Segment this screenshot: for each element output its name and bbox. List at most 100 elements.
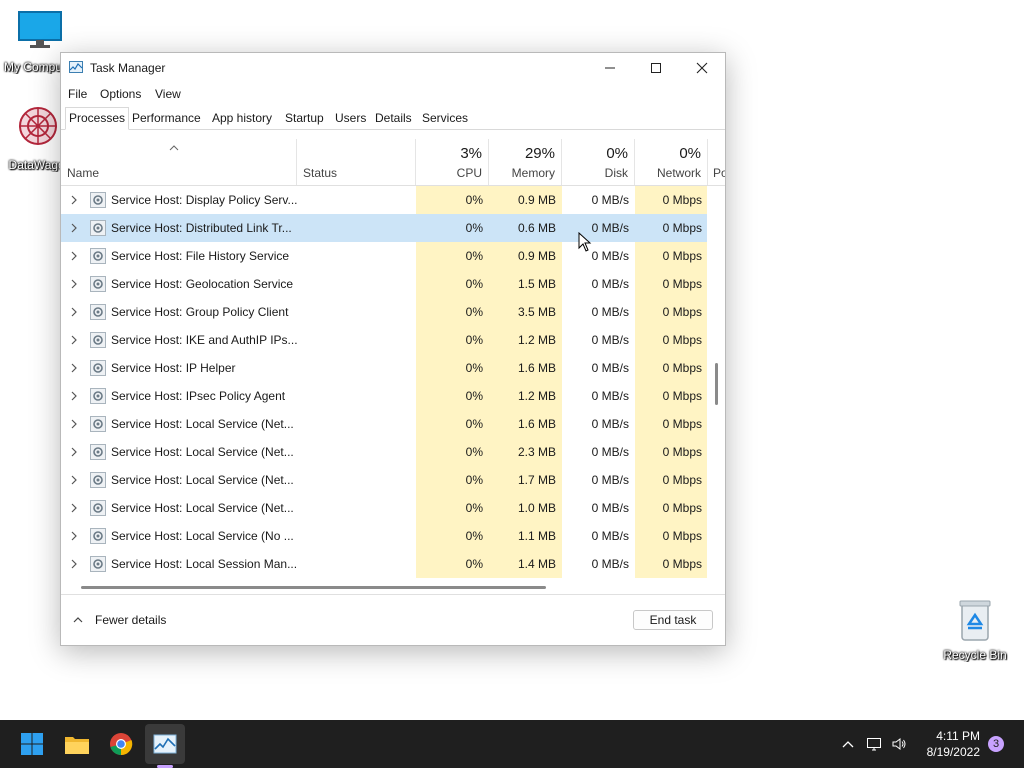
chevron-right-icon[interactable] xyxy=(69,559,79,569)
file-explorer-button[interactable] xyxy=(57,724,97,764)
close-icon xyxy=(696,62,708,74)
minimize-button[interactable] xyxy=(587,53,633,83)
chrome-button[interactable] xyxy=(101,724,141,764)
process-name: Service Host: IP Helper xyxy=(111,361,236,375)
process-list: Service Host: Display Policy Serv... 0% 0.… xyxy=(61,186,707,580)
horizontal-scrollbar[interactable] xyxy=(81,586,546,589)
tab-strip: Processes Performance App history Startu… xyxy=(61,105,725,130)
close-button[interactable] xyxy=(679,53,725,83)
column-power[interactable]: Po xyxy=(708,139,725,185)
process-cpu: 0% xyxy=(416,242,489,270)
window-title: Task Manager xyxy=(90,61,166,75)
column-cpu[interactable]: 3% CPU xyxy=(416,139,489,185)
table-row[interactable]: Service Host: Distributed Link Tr... 0% 0.… xyxy=(61,214,707,242)
menu-view[interactable]: View xyxy=(155,87,181,101)
table-row[interactable]: Service Host: IP Helper 0% 1.6 MB 0 MB/s 0 M… xyxy=(61,354,707,382)
chevron-right-icon[interactable] xyxy=(69,391,79,401)
chevron-right-icon[interactable] xyxy=(69,307,79,317)
process-network: 0 Mbps xyxy=(635,522,707,550)
chevron-right-icon[interactable] xyxy=(69,335,79,345)
process-name: Service Host: Local Service (Net... xyxy=(111,501,294,515)
process-disk: 0 MB/s xyxy=(591,305,629,319)
gear-icon xyxy=(90,248,106,264)
maximize-button[interactable] xyxy=(633,53,679,83)
process-name: Service Host: Local Service (Net... xyxy=(111,445,294,459)
column-network[interactable]: 0% Network xyxy=(635,139,708,185)
start-button[interactable] xyxy=(12,724,52,764)
chevron-right-icon[interactable] xyxy=(69,531,79,541)
chevron-right-icon[interactable] xyxy=(69,419,79,429)
volume-icon[interactable] xyxy=(891,736,907,752)
table-row[interactable]: Service Host: Local Service (Net... 0% 1.7… xyxy=(61,466,707,494)
table-row[interactable]: Service Host: Local Service (Net... 0% 1.6… xyxy=(61,410,707,438)
datawagon-icon xyxy=(19,107,57,145)
tab-users[interactable]: Users xyxy=(332,109,369,128)
mouse-cursor-icon xyxy=(578,232,592,252)
tab-services[interactable]: Services xyxy=(419,109,471,128)
column-memory[interactable]: 29% Memory xyxy=(489,139,562,185)
gear-icon xyxy=(90,444,106,460)
recycle-bin-icon xyxy=(959,600,991,641)
end-task-button[interactable]: End task xyxy=(633,610,713,630)
process-memory: 1.4 MB xyxy=(489,550,562,578)
table-row[interactable]: Service Host: Local Session Man... 0% 1.4 … xyxy=(61,550,707,578)
network-icon[interactable] xyxy=(866,736,882,752)
table-row[interactable]: Service Host: Display Policy Serv... 0% 0.… xyxy=(61,186,707,214)
tab-app-history[interactable]: App history xyxy=(209,109,275,128)
task-manager-taskbar-button[interactable] xyxy=(145,724,185,764)
chevron-right-icon[interactable] xyxy=(69,251,79,261)
gear-icon xyxy=(90,528,106,544)
process-memory: 3.5 MB xyxy=(489,298,562,326)
title-bar[interactable]: Task Manager xyxy=(61,53,725,83)
process-memory: 0.9 MB xyxy=(489,186,562,214)
taskbar: 4:11 PM 8/19/2022 xyxy=(0,720,1024,768)
table-row[interactable]: Service Host: Geolocation Service 0% 1.5 M… xyxy=(61,270,707,298)
process-memory: 1.2 MB xyxy=(489,382,562,410)
process-memory: 1.0 MB xyxy=(489,494,562,522)
process-memory: 1.1 MB xyxy=(489,522,562,550)
table-row[interactable]: Service Host: IPsec Policy Agent 0% 1.2 MB… xyxy=(61,382,707,410)
gear-icon xyxy=(90,276,106,292)
clock[interactable]: 4:11 PM 8/19/2022 xyxy=(916,728,980,760)
process-network: 0 Mbps xyxy=(635,494,707,522)
column-name[interactable]: Name xyxy=(61,139,296,185)
chevron-right-icon[interactable] xyxy=(69,223,79,233)
process-cpu: 0% xyxy=(416,466,489,494)
table-row[interactable]: Service Host: Local Service (Net... 0% 2.3… xyxy=(61,438,707,466)
process-cpu: 0% xyxy=(416,494,489,522)
tab-details[interactable]: Details xyxy=(372,109,415,128)
chevron-right-icon[interactable] xyxy=(69,195,79,205)
chevron-right-icon[interactable] xyxy=(69,279,79,289)
vertical-scrollbar[interactable] xyxy=(715,363,718,405)
chevron-right-icon[interactable] xyxy=(69,447,79,457)
menu-options[interactable]: Options xyxy=(100,87,141,101)
process-cpu: 0% xyxy=(416,298,489,326)
column-name-label: Name xyxy=(67,166,100,180)
process-memory: 1.6 MB xyxy=(489,354,562,382)
menu-file[interactable]: File xyxy=(68,87,87,101)
chevron-right-icon[interactable] xyxy=(69,363,79,373)
column-memory-label: Memory xyxy=(511,166,555,180)
table-row[interactable]: Service Host: Local Service (Net... 0% 1.0… xyxy=(61,494,707,522)
chevron-right-icon[interactable] xyxy=(69,475,79,485)
desktop-icon-recycle-bin[interactable]: Recycle Bin xyxy=(935,598,1015,666)
notification-badge[interactable]: 3 xyxy=(988,736,1004,752)
sort-ascending-icon xyxy=(169,145,179,151)
process-disk: 0 MB/s xyxy=(591,557,629,571)
clock-time: 4:11 PM xyxy=(936,729,980,743)
tab-processes[interactable]: Processes xyxy=(65,107,130,130)
process-cpu: 0% xyxy=(416,186,489,214)
column-status[interactable]: Status xyxy=(296,139,416,185)
table-row[interactable]: Service Host: Local Service (No ... 0% 1.1… xyxy=(61,522,707,550)
process-network: 0 Mbps xyxy=(635,438,707,466)
table-row[interactable]: Service Host: File History Service 0% 0.9 … xyxy=(61,242,707,270)
process-network: 0 Mbps xyxy=(635,214,707,242)
table-row[interactable]: Service Host: Group Policy Client 0% 3.5 M… xyxy=(61,298,707,326)
column-disk[interactable]: 0% Disk xyxy=(562,139,635,185)
tab-performance[interactable]: Performance xyxy=(129,109,204,128)
chevron-up-icon[interactable] xyxy=(840,736,856,752)
cpu-total: 3% xyxy=(460,145,482,162)
table-row[interactable]: Service Host: IKE and AuthIP IPs... 0% 1.2… xyxy=(61,326,707,354)
tab-startup[interactable]: Startup xyxy=(282,109,327,128)
chevron-right-icon[interactable] xyxy=(69,503,79,513)
